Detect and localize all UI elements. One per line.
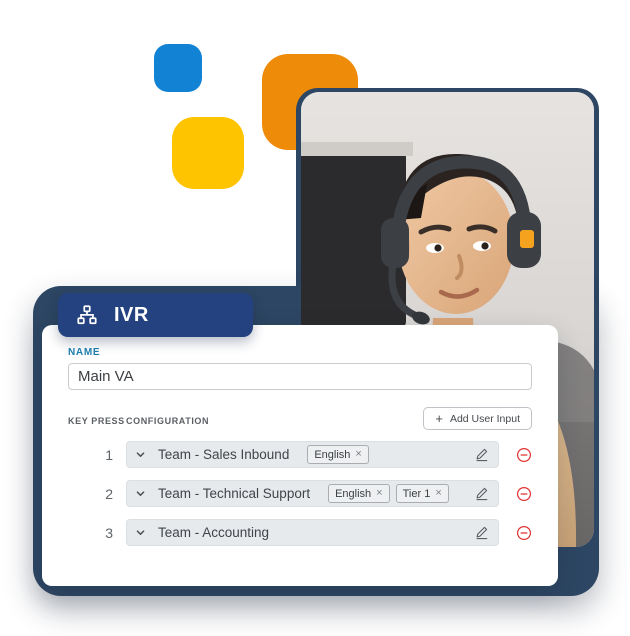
column-header-key-press: KEY PRESS <box>68 416 125 426</box>
chip[interactable]: Tier 1 × <box>395 484 449 503</box>
ivr-config-card: NAME KEY PRESS CONFIGURATION + Add User … <box>42 325 558 586</box>
table-row: 2 Team - Technical Support English × Tie… <box>68 480 532 507</box>
pencil-icon[interactable] <box>474 525 489 540</box>
decorative-yellow-square <box>172 117 244 189</box>
plus-icon: + <box>435 411 443 426</box>
row-configuration-select[interactable]: Team - Accounting <box>126 519 499 546</box>
chip[interactable]: English × <box>328 484 390 503</box>
chevron-down-icon <box>136 452 145 457</box>
chip-label: English <box>314 448 351 461</box>
decorative-blue-square <box>154 44 202 92</box>
chip-label: English <box>335 487 372 500</box>
key-press-value: 1 <box>105 446 113 463</box>
add-user-input-button[interactable]: + Add User Input <box>423 407 532 430</box>
screenshot-stage: IVR NAME KEY PRESS CONFIGURATION + Add U… <box>0 0 630 636</box>
table-header: KEY PRESS CONFIGURATION + Add User Input <box>68 407 532 432</box>
table-row: 3 Team - Accounting <box>68 519 532 546</box>
column-header-configuration: CONFIGURATION <box>126 416 210 426</box>
row-chips: English × Tier 1 × <box>328 484 449 503</box>
ivr-rows-list: 1 Team - Sales Inbound English × 2 Team … <box>68 441 532 546</box>
pencil-icon[interactable] <box>474 486 489 501</box>
key-press-value: 3 <box>105 524 113 541</box>
name-input[interactable] <box>68 363 532 390</box>
row-configuration-select[interactable]: Team - Technical Support English × Tier … <box>126 480 499 507</box>
ivr-tab[interactable]: IVR <box>58 293 253 337</box>
chip-label: Tier 1 <box>402 487 431 500</box>
row-chips: English × <box>307 445 369 464</box>
key-press-value: 2 <box>105 485 113 502</box>
sitemap-icon <box>77 305 97 325</box>
name-field-label: NAME <box>68 347 101 358</box>
minus-circle-icon[interactable] <box>516 486 532 502</box>
chip-remove-icon[interactable]: × <box>435 488 441 499</box>
add-user-input-label: Add User Input <box>449 412 520 425</box>
ivr-tab-label: IVR <box>114 303 149 326</box>
chip-remove-icon[interactable]: × <box>376 488 382 499</box>
row-title: Team - Sales Inbound <box>158 447 290 462</box>
row-configuration-select[interactable]: Team - Sales Inbound English × <box>126 441 499 468</box>
table-row: 1 Team - Sales Inbound English × <box>68 441 532 468</box>
ivr-config-card-body: NAME KEY PRESS CONFIGURATION + Add User … <box>42 325 558 586</box>
chevron-down-icon <box>136 491 145 496</box>
row-title: Team - Accounting <box>158 525 270 540</box>
minus-circle-icon[interactable] <box>516 525 532 541</box>
row-title: Team - Technical Support <box>158 486 311 501</box>
chip-remove-icon[interactable]: × <box>355 449 361 460</box>
chip[interactable]: English × <box>307 445 369 464</box>
pencil-icon[interactable] <box>474 447 489 462</box>
minus-circle-icon[interactable] <box>516 447 532 463</box>
chevron-down-icon <box>136 530 145 535</box>
